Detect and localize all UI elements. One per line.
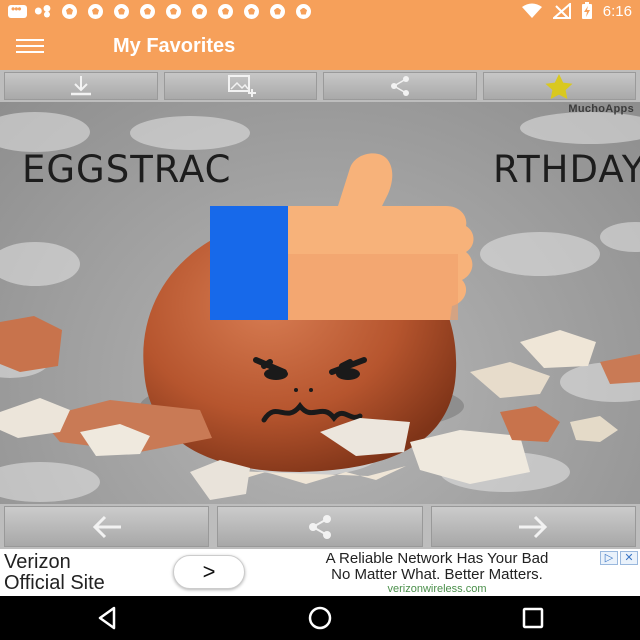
soccer-ball-icon bbox=[164, 3, 183, 19]
soccer-ball-icon bbox=[190, 3, 209, 19]
ad-badges: ▷ ✕ bbox=[600, 551, 638, 565]
ad-text: A Reliable Network Has Your Bad No Matte… bbox=[325, 550, 549, 583]
system-navigation-bar bbox=[0, 596, 640, 640]
page-title: My Favorites bbox=[113, 34, 236, 57]
ad-close-icon[interactable]: ✕ bbox=[620, 551, 638, 565]
thumbs-up-icon bbox=[210, 153, 474, 320]
soccer-ball-icon bbox=[86, 3, 105, 19]
notification-icons bbox=[8, 2, 313, 19]
no-signal-icon bbox=[552, 3, 571, 19]
ad-url[interactable]: verizonwireless.com bbox=[262, 583, 612, 595]
share-icon bbox=[308, 514, 331, 539]
share-icon bbox=[390, 76, 409, 96]
soccer-ball-icon bbox=[112, 3, 131, 19]
soccer-ball-icon bbox=[138, 3, 157, 19]
ad-cta-button[interactable]: > bbox=[173, 555, 245, 589]
soccer-ball-icon bbox=[216, 3, 235, 19]
soccer-ball-icon bbox=[60, 3, 79, 19]
soccer-ball-icon bbox=[268, 3, 287, 19]
previous-button[interactable] bbox=[4, 506, 210, 547]
greeting-right: RTHDAY! bbox=[493, 148, 640, 191]
bokeh-light bbox=[480, 232, 600, 276]
watermark: MuchoApps bbox=[568, 103, 634, 115]
ad-banner[interactable]: Verizon Official Site > A Reliable Netwo… bbox=[0, 549, 640, 596]
star-icon bbox=[545, 74, 573, 99]
soccer-ball-icon bbox=[294, 3, 313, 19]
download-icon bbox=[70, 76, 91, 96]
ad-title[interactable]: Verizon Official Site bbox=[4, 552, 105, 594]
next-button[interactable] bbox=[430, 506, 636, 547]
greeting-left: EGGSTRAC bbox=[22, 148, 232, 191]
share-button-top[interactable] bbox=[323, 72, 477, 100]
recents-icon[interactable] bbox=[518, 603, 548, 633]
baseball-icon bbox=[34, 4, 53, 19]
eggshell-fragments bbox=[0, 316, 640, 500]
arrow-right-icon bbox=[519, 515, 548, 538]
add-image-icon bbox=[228, 75, 257, 97]
message-icon bbox=[8, 2, 27, 19]
favorite-image[interactable]: MuchoApps EGGSTRAC RTHDAY! bbox=[0, 102, 640, 504]
battery-charging-icon bbox=[581, 2, 592, 19]
soccer-ball-icon bbox=[242, 3, 261, 19]
system-status: 6:16 bbox=[521, 2, 632, 20]
share-button[interactable] bbox=[217, 506, 423, 547]
image-toolbar bbox=[0, 70, 640, 102]
download-button[interactable] bbox=[4, 72, 158, 100]
wifi-icon bbox=[521, 3, 542, 18]
favorite-button[interactable] bbox=[482, 72, 636, 100]
home-icon[interactable] bbox=[305, 603, 335, 633]
back-icon[interactable] bbox=[92, 603, 122, 633]
hamburger-icon bbox=[16, 39, 44, 53]
bokeh-light bbox=[130, 116, 250, 150]
set-wallpaper-button[interactable] bbox=[163, 72, 317, 100]
status-bar: 6:16 bbox=[0, 0, 640, 22]
app-bar: My Favorites bbox=[0, 22, 640, 70]
image-navigation bbox=[0, 504, 640, 549]
menu-button[interactable] bbox=[0, 22, 60, 70]
ad-choices-icon[interactable]: ▷ bbox=[600, 551, 618, 565]
arrow-left-icon bbox=[92, 515, 121, 538]
clock: 6:16 bbox=[602, 2, 632, 20]
